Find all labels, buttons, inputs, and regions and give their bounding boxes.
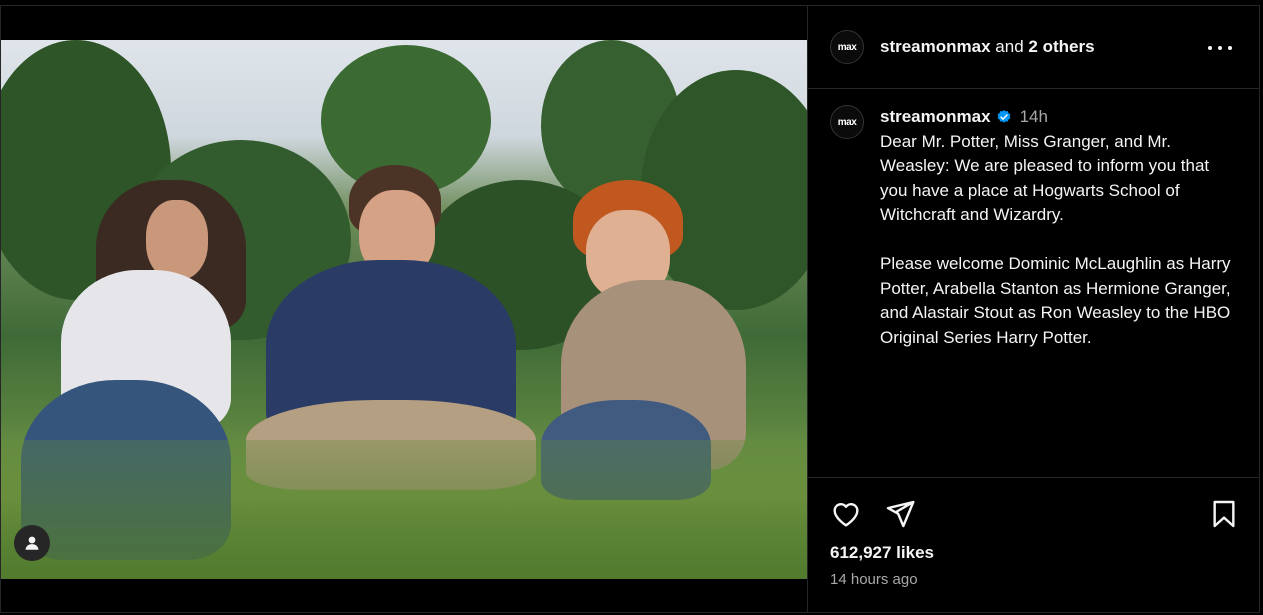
post-sidebar: max streamonmax and 2 others max streamo… bbox=[807, 6, 1260, 612]
header-username[interactable]: streamonmax bbox=[880, 37, 991, 56]
caption-timestamp[interactable]: 14h bbox=[1020, 105, 1048, 130]
post-dialog: max streamonmax and 2 others max streamo… bbox=[0, 5, 1260, 613]
bookmark-icon[interactable] bbox=[1208, 498, 1240, 530]
likes-count[interactable]: 612,927 likes bbox=[830, 543, 934, 563]
header-others[interactable]: 2 others bbox=[1028, 37, 1094, 56]
photo-face bbox=[146, 200, 208, 280]
caption-username[interactable]: streamonmax bbox=[880, 105, 991, 130]
user-tag-icon[interactable] bbox=[14, 525, 50, 561]
photo-grass bbox=[1, 440, 807, 579]
avatar[interactable]: max bbox=[830, 105, 864, 139]
header-and: and bbox=[995, 37, 1024, 56]
post-caption: max streamonmax 14h Dear Mr. Potter, Mis… bbox=[830, 105, 1240, 350]
post-header: max streamonmax and 2 others bbox=[808, 6, 1260, 89]
post-media bbox=[1, 6, 807, 612]
more-options-icon[interactable] bbox=[1208, 36, 1232, 60]
post-author-line: streamonmax and 2 others bbox=[880, 37, 1095, 57]
post-actions: 612,927 likes 14 hours ago bbox=[808, 477, 1260, 613]
heart-icon[interactable] bbox=[830, 498, 862, 530]
post-photo[interactable] bbox=[1, 40, 807, 579]
post-time[interactable]: 14 hours ago bbox=[830, 571, 918, 588]
caption-text: Dear Mr. Potter, Miss Granger, and Mr. W… bbox=[880, 131, 1231, 347]
avatar[interactable]: max bbox=[830, 30, 864, 64]
send-icon[interactable] bbox=[884, 498, 916, 530]
verified-badge-icon bbox=[997, 110, 1010, 123]
